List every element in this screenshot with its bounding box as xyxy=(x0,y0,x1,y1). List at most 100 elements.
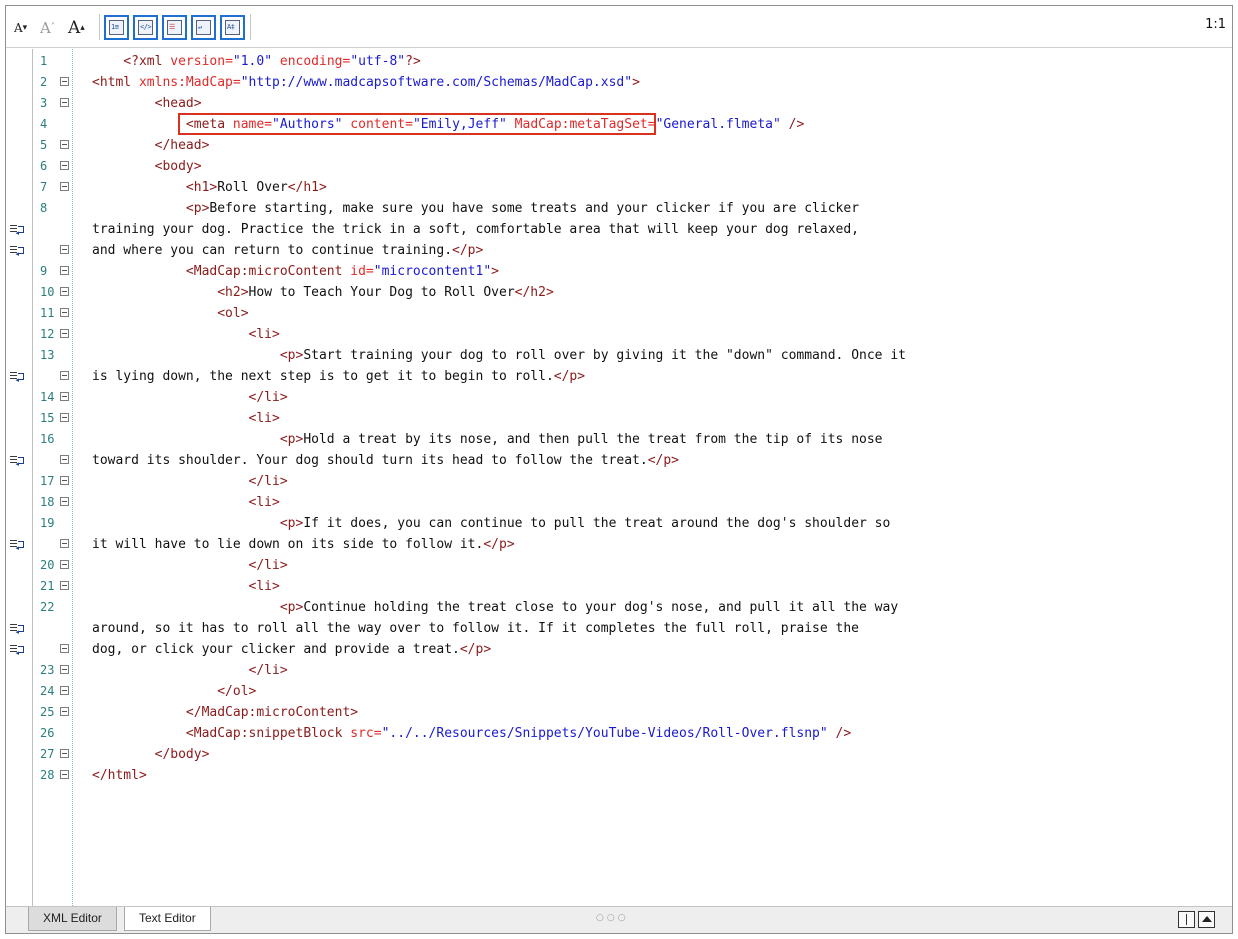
collapse-icon[interactable] xyxy=(60,266,69,275)
code-line[interactable]: toward its shoulder. Your dog should tur… xyxy=(6,450,1232,471)
code-line[interactable]: 9 <MadCap:microContent id="microcontent1… xyxy=(6,261,1232,282)
collapse-icon[interactable] xyxy=(60,329,69,338)
code-token: </li> xyxy=(92,558,288,573)
code-line[interactable]: 20 </li> xyxy=(6,555,1232,576)
collapse-icon[interactable] xyxy=(60,560,69,569)
split-vertical-icon[interactable] xyxy=(1178,911,1195,928)
collapse-icon[interactable] xyxy=(60,308,69,317)
code-line[interactable]: 17 </li> xyxy=(6,471,1232,492)
code-line[interactable]: 13 <p>Start training your dog to roll ov… xyxy=(6,345,1232,366)
font-settings-icon[interactable]: A‡ xyxy=(220,15,245,40)
code-token: "General.flmeta" xyxy=(655,117,781,132)
collapse-icon[interactable] xyxy=(60,413,69,422)
word-wrap-icon[interactable]: ↵ xyxy=(191,15,216,40)
code-line[interactable]: 24 </ol> xyxy=(6,681,1232,702)
code-line[interactable]: training your dog. Practice the trick in… xyxy=(6,219,1232,240)
code-line[interactable]: around, so it has to roll all the way ov… xyxy=(6,618,1232,639)
collapse-icon[interactable] xyxy=(60,245,69,254)
collapse-icon[interactable] xyxy=(60,539,69,548)
code-token: </p> xyxy=(459,642,492,657)
code-token: Continue holding the treat close to your… xyxy=(303,600,899,615)
code-token: it will have to lie down on its side to … xyxy=(92,537,484,552)
collapse-icon[interactable] xyxy=(60,287,69,296)
code-line[interactable]: 2 <html xmlns:MadCap="http://www.madcapso… xyxy=(6,72,1232,93)
collapse-icon[interactable] xyxy=(60,98,69,107)
code-token: dog, or click your clicker and provide a… xyxy=(92,642,460,657)
code-text: <p>Before starting, make sure you have s… xyxy=(92,198,859,219)
collapse-icon[interactable] xyxy=(60,581,69,590)
collapse-icon[interactable] xyxy=(60,770,69,779)
code-text: <li> xyxy=(92,492,280,513)
code-text: <li> xyxy=(92,324,280,345)
collapse-icon[interactable] xyxy=(60,140,69,149)
code-text: is lying down, the next step is to get i… xyxy=(92,366,585,387)
code-token: </html> xyxy=(92,768,147,783)
decrease-font-button[interactable]: A▾ xyxy=(14,17,27,39)
code-line[interactable]: 25 </MadCap:microContent> xyxy=(6,702,1232,723)
code-line[interactable]: 15 <li> xyxy=(6,408,1232,429)
reset-font-button[interactable]: A˄ xyxy=(40,17,55,39)
code-view-icon[interactable]: </> xyxy=(133,15,158,40)
code-token: <p> xyxy=(92,348,304,363)
code-line[interactable]: 8 <p>Before starting, make sure you have… xyxy=(6,198,1232,219)
tab-xml-editor[interactable]: XML Editor xyxy=(28,907,117,931)
code-text: </head> xyxy=(92,135,210,156)
code-line[interactable]: 22 <p>Continue holding the treat close t… xyxy=(6,597,1232,618)
cursor-position: 1:1 xyxy=(1205,17,1226,32)
code-line[interactable]: 14 </li> xyxy=(6,387,1232,408)
scroll-handle-icon[interactable]: ○○○ xyxy=(596,913,629,923)
collapse-icon[interactable] xyxy=(60,161,69,170)
code-line[interactable]: 16 <p>Hold a treat by its nose, and then… xyxy=(6,429,1232,450)
code-token: </li> xyxy=(92,390,288,405)
collapse-icon[interactable] xyxy=(60,371,69,380)
code-line[interactable]: 11 <ol> xyxy=(6,303,1232,324)
collapse-icon[interactable] xyxy=(60,476,69,485)
code-line[interactable]: 26 <MadCap:snippetBlock src="../../Resou… xyxy=(6,723,1232,744)
code-line[interactable]: 5 </head> xyxy=(6,135,1232,156)
code-line[interactable]: 18 <li> xyxy=(6,492,1232,513)
code-line[interactable]: 12 <li> xyxy=(6,324,1232,345)
code-text: <p>Start training your dog to roll over … xyxy=(92,345,906,366)
split-horizontal-icon[interactable] xyxy=(1198,911,1215,928)
code-line[interactable]: 3 <head> xyxy=(6,93,1232,114)
code-line[interactable]: 7 <h1>Roll Over</h1> xyxy=(6,177,1232,198)
code-line[interactable]: 21 <li> xyxy=(6,576,1232,597)
code-text: <ol> xyxy=(92,303,248,324)
code-token: version= xyxy=(170,54,233,69)
collapse-icon[interactable] xyxy=(60,707,69,716)
code-token: id= xyxy=(350,264,374,279)
code-token: </h1> xyxy=(287,180,327,195)
code-text: dog, or click your clicker and provide a… xyxy=(92,639,491,660)
collapse-icon[interactable] xyxy=(60,644,69,653)
code-token: <p> xyxy=(92,201,210,216)
collapse-icon[interactable] xyxy=(60,497,69,506)
outline-icon[interactable]: ☰ xyxy=(162,15,187,40)
code-text: <head> xyxy=(92,93,202,114)
collapse-icon[interactable] xyxy=(60,182,69,191)
collapse-icon[interactable] xyxy=(60,686,69,695)
line-numbers-icon[interactable]: 1≡ xyxy=(104,15,129,40)
collapse-icon[interactable] xyxy=(60,665,69,674)
text-editor-area[interactable]: ◂ ◂ ◂ ◂ ◂ ◂ ◂ 1 <?xml version="1.0" encoding="… xyxy=(6,49,1232,906)
code-line[interactable]: 27 </body> xyxy=(6,744,1232,765)
code-token: <MadCap:microContent xyxy=(92,264,351,279)
collapse-icon[interactable] xyxy=(60,77,69,86)
code-line[interactable]: dog, or click your clicker and provide a… xyxy=(6,639,1232,660)
increase-font-button[interactable]: A▴ xyxy=(68,17,85,39)
code-line[interactable]: is lying down, the next step is to get i… xyxy=(6,366,1232,387)
collapse-icon[interactable] xyxy=(60,392,69,401)
code-line[interactable]: and where you can return to continue tra… xyxy=(6,240,1232,261)
tab-text-editor[interactable]: Text Editor xyxy=(124,907,211,931)
code-line[interactable]: it will have to lie down on its side to … xyxy=(6,534,1232,555)
collapse-icon[interactable] xyxy=(60,455,69,464)
code-line[interactable]: 28 </html> xyxy=(6,765,1232,786)
collapse-icon[interactable] xyxy=(60,749,69,758)
code-token: </h2> xyxy=(514,285,554,300)
code-line[interactable]: 1 <?xml version="1.0" encoding="utf-8"?> xyxy=(6,51,1232,72)
code-line[interactable]: 19 <p>If it does, you can continue to pu… xyxy=(6,513,1232,534)
code-line[interactable]: 6 <body> xyxy=(6,156,1232,177)
code-line[interactable]: 23 </li> xyxy=(6,660,1232,681)
code-line[interactable]: 10 <h2>How to Teach Your Dog to Roll Ove… xyxy=(6,282,1232,303)
code-token: xmlns:MadCap= xyxy=(138,75,241,90)
code-token: </p> xyxy=(452,243,484,258)
